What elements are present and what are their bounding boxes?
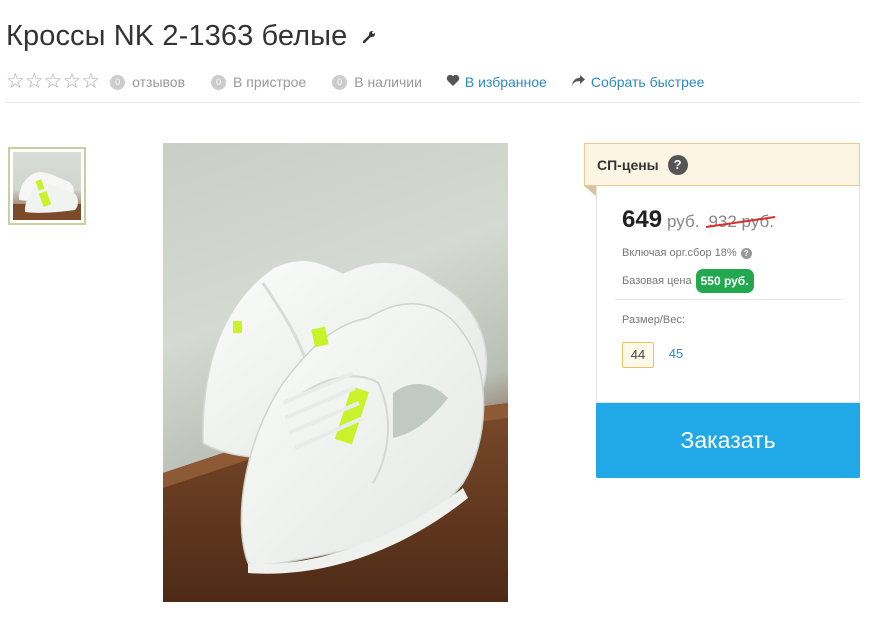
favorites-link[interactable]: В избранное xyxy=(446,74,547,90)
price-line: 649 руб. 932 руб. xyxy=(622,206,776,234)
old-price: 932 руб. xyxy=(706,212,776,232)
header-divider xyxy=(6,102,860,103)
base-price-badge: 550 руб. xyxy=(695,269,754,293)
star-icon[interactable]: ☆ xyxy=(25,71,44,93)
title-row: Кроссы NK 2-1363 белые xyxy=(6,20,377,53)
strikethrough-line xyxy=(706,216,776,228)
in-progress-item[interactable]: 0 В пристрое xyxy=(211,74,306,90)
star-icon[interactable]: ☆ xyxy=(44,71,63,93)
in-stock-item[interactable]: 0 В наличии xyxy=(332,74,422,90)
gallery-thumbnail[interactable] xyxy=(8,147,86,225)
price-value: 649 xyxy=(622,206,663,233)
help-icon[interactable]: ? xyxy=(667,154,688,175)
ribbon-corner xyxy=(584,186,596,196)
card-divider xyxy=(614,299,843,300)
star-icon[interactable]: ☆ xyxy=(81,71,100,93)
in-progress-label: В пристрое xyxy=(233,74,307,90)
sp-prices-title: СП-цены xyxy=(597,156,659,173)
price-currency: руб. xyxy=(667,212,700,231)
in-stock-count-badge: 0 xyxy=(332,74,348,90)
base-price-label: Базовая цена xyxy=(622,275,692,287)
size-options: 44 45 xyxy=(622,342,698,368)
share-arrow-icon xyxy=(571,74,586,90)
thumbnail-image xyxy=(13,152,81,220)
size-label: Размер/Вес: xyxy=(622,314,685,326)
in-progress-count-badge: 0 xyxy=(211,74,227,90)
wrench-icon[interactable] xyxy=(361,29,377,45)
reviews-item[interactable]: 0 отзывов xyxy=(110,74,185,90)
price-panel: СП-цены ? 649 руб. 932 руб. Включая орг.… xyxy=(584,143,860,479)
base-price-row: Базовая цена 550 руб. xyxy=(622,269,754,293)
sp-prices-header: СП-цены ? xyxy=(584,143,860,186)
included-fee-text: Включая орг.сбор 18% xyxy=(622,247,737,259)
size-option-45[interactable]: 45 xyxy=(660,342,692,368)
heart-icon xyxy=(446,74,460,90)
product-title: Кроссы NK 2-1363 белые xyxy=(6,20,348,52)
meta-row: ☆ ☆ ☆ ☆ ☆ 0 отзывов 0 В пристрое 0 В нал… xyxy=(6,71,704,93)
price-card: 649 руб. 932 руб. Включая орг.сбор 18% ?… xyxy=(596,186,860,403)
favorites-label: В избранное xyxy=(464,74,547,90)
in-stock-label: В наличии xyxy=(354,74,422,90)
product-photo[interactable] xyxy=(163,143,508,602)
fee-help-icon[interactable]: ? xyxy=(740,247,752,259)
included-fee: Включая орг.сбор 18% ? xyxy=(622,247,752,259)
reviews-label: отзывов xyxy=(132,74,186,90)
reviews-count-badge: 0 xyxy=(110,74,126,90)
collect-faster-link[interactable]: Собрать быстрее xyxy=(571,74,705,90)
order-button[interactable]: Заказать xyxy=(596,403,860,478)
star-icon[interactable]: ☆ xyxy=(6,71,25,93)
size-option-44[interactable]: 44 xyxy=(622,342,654,368)
collect-faster-label: Собрать быстрее xyxy=(590,74,705,90)
rating-stars[interactable]: ☆ ☆ ☆ ☆ ☆ xyxy=(6,71,100,93)
star-icon[interactable]: ☆ xyxy=(62,71,81,93)
